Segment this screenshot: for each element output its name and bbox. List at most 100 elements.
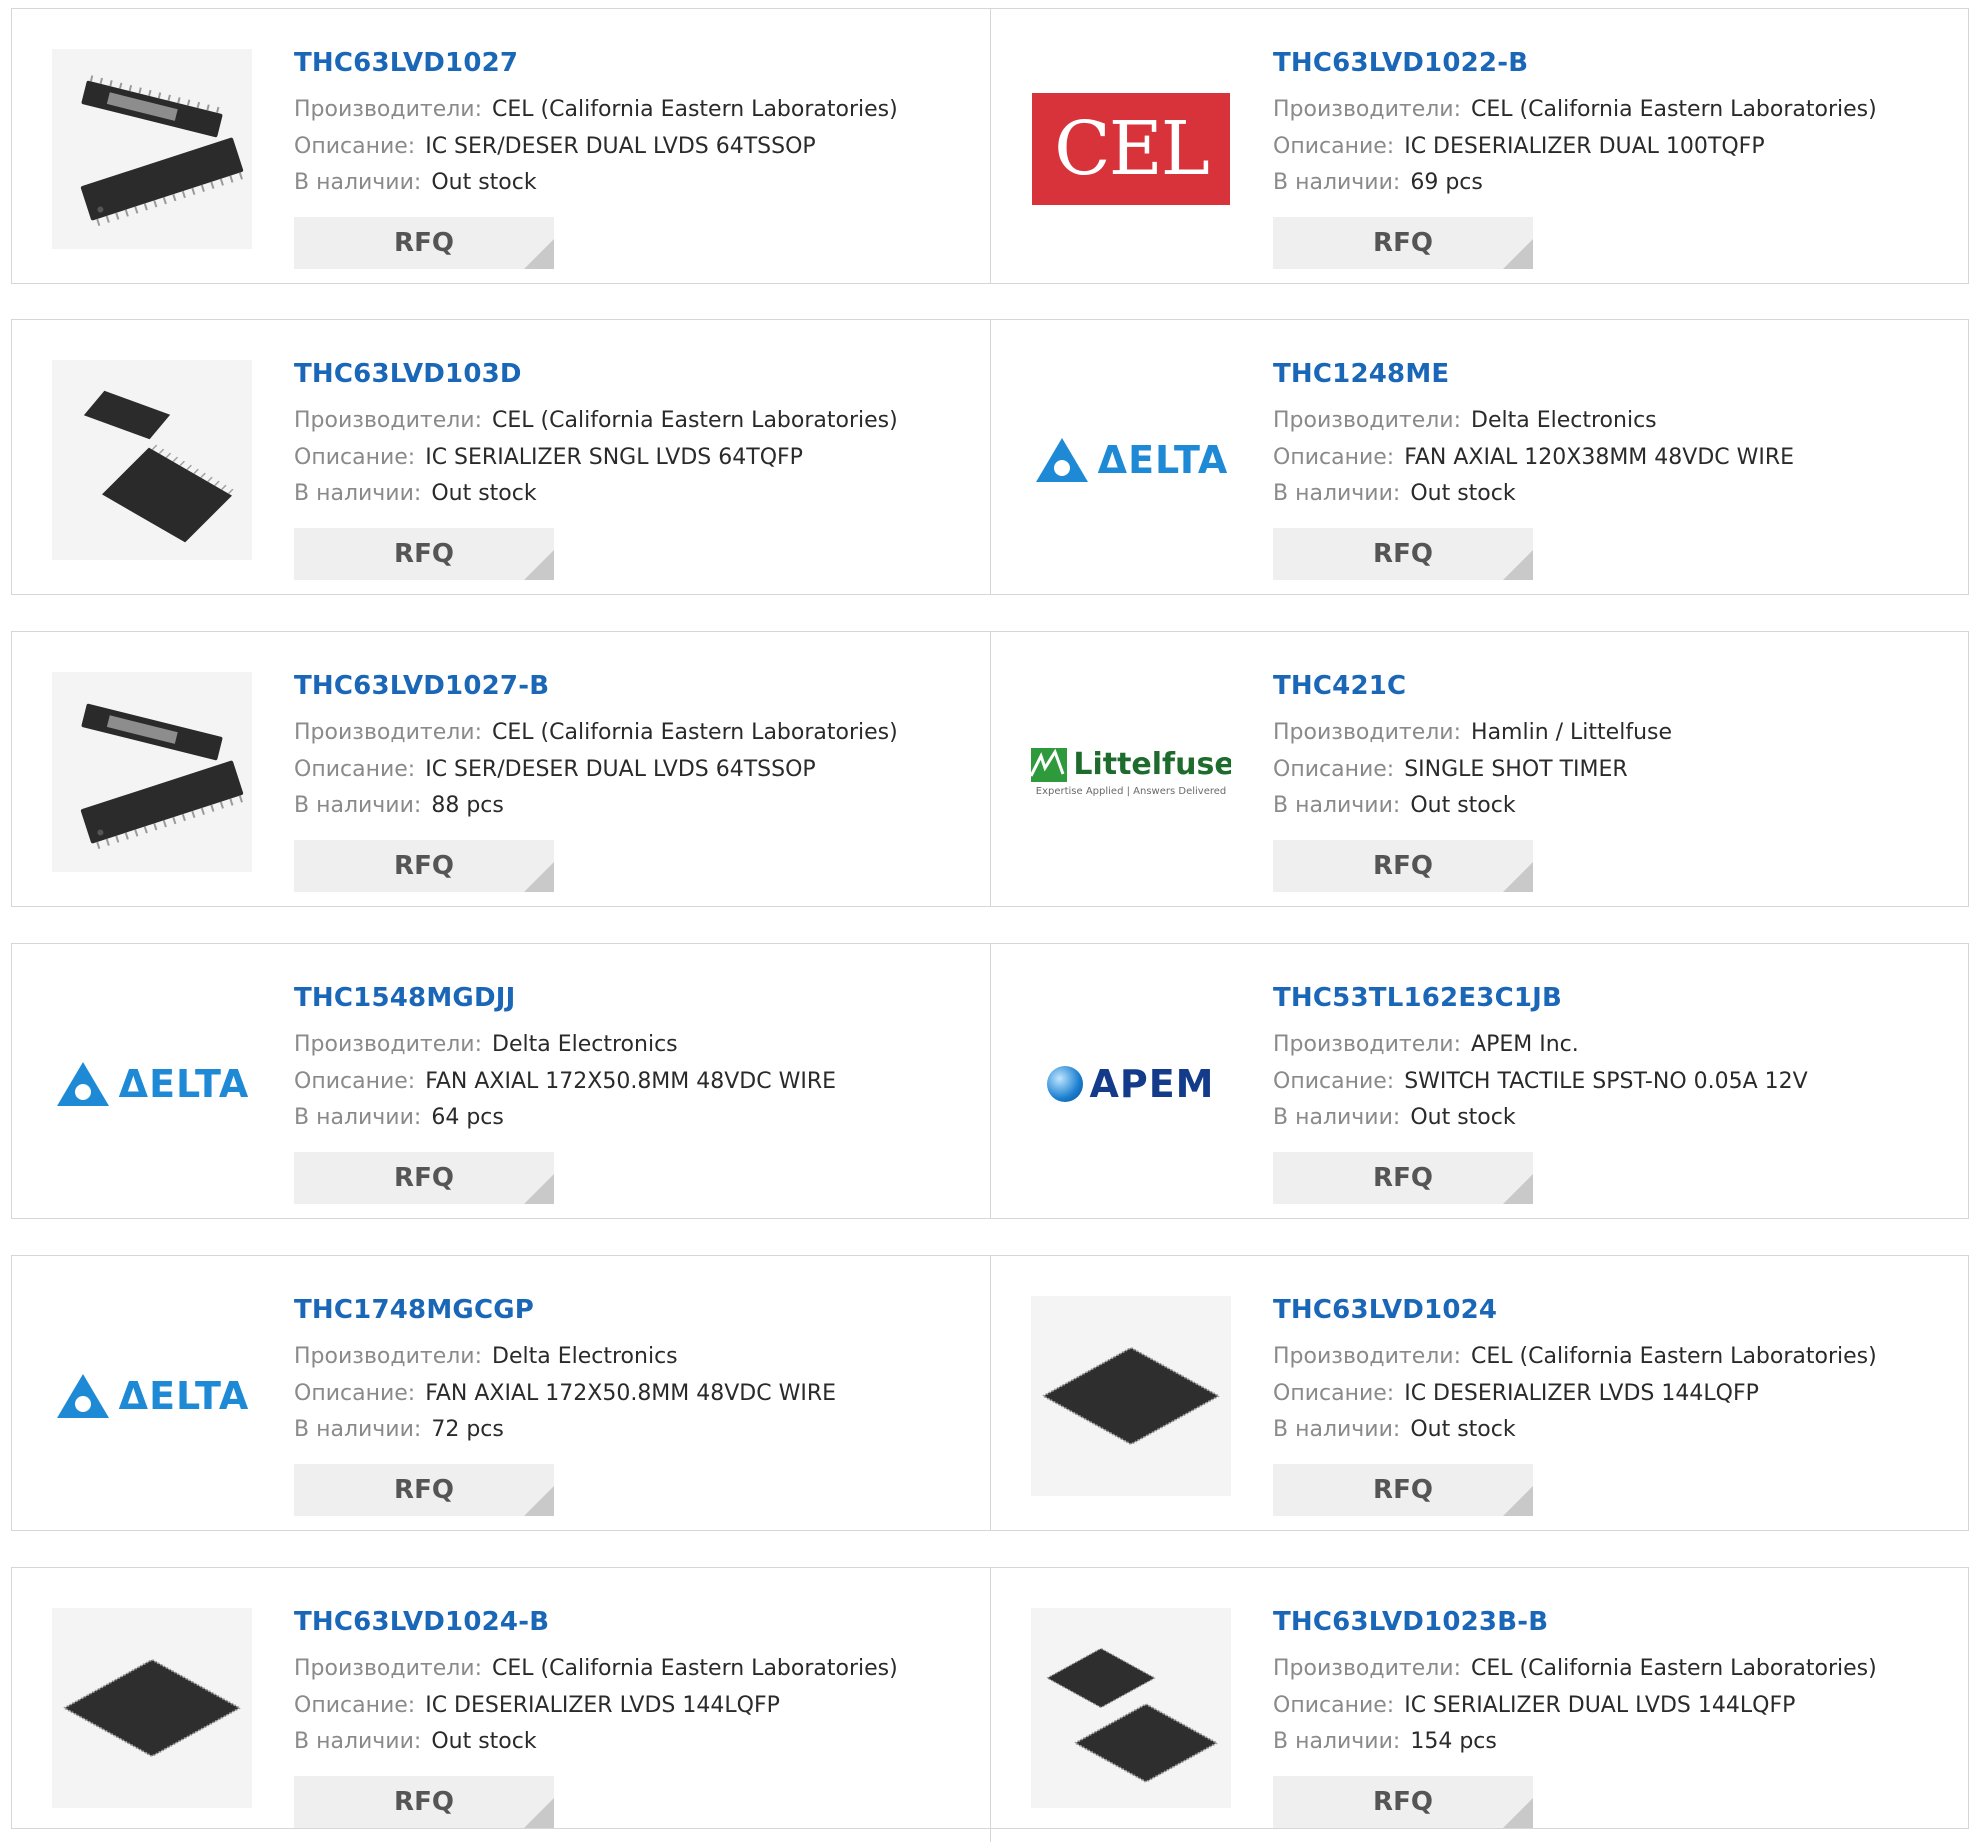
stock-value: Out stock	[431, 481, 537, 506]
product-row: ΔELTA THC1548MGDJJ Производители: Delta E…	[11, 943, 1969, 1219]
stock-label: В наличии:	[1273, 481, 1401, 506]
description-line: Описание: FAN AXIAL 172X50.8MM 48VDC WIRE	[294, 1381, 836, 1406]
description-label: Описание:	[1273, 1381, 1395, 1406]
stock-line: В наличии: 69 pcs	[1273, 170, 1483, 195]
corner-triangle-icon	[524, 1798, 554, 1828]
description-label: Описание:	[294, 445, 416, 470]
description-label: Описание:	[1273, 1069, 1395, 1094]
lqfp-pair-chip-image[interactable]	[1031, 1608, 1231, 1808]
description-label: Описание:	[1273, 757, 1395, 782]
lqfp-chip-image[interactable]	[52, 1608, 252, 1808]
stock-label: В наличии:	[1273, 793, 1401, 818]
rfq-button[interactable]: RFQ	[294, 840, 554, 892]
delta-logo-image[interactable]: ΔELTA	[52, 984, 252, 1184]
manufacturer-label: Производители:	[294, 1656, 483, 1681]
part-number-link[interactable]: THC63LVD1022-B	[1273, 48, 1528, 78]
delta-logo-image[interactable]: ΔELTA	[52, 1296, 252, 1496]
product-row: THC63LVD1024-B Производители: CEL (Califo…	[11, 1567, 1969, 1842]
tssop-chip-image[interactable]	[52, 672, 252, 872]
littelfuse-logo-image[interactable]: Littelfuse Expertise Applied | Answers D…	[1031, 672, 1231, 872]
stock-label: В наличии:	[294, 170, 422, 195]
manufacturer-line: Производители: Delta Electronics	[1273, 408, 1657, 433]
tqfp-chip-image[interactable]	[52, 360, 252, 560]
rfq-button[interactable]: RFQ	[1273, 1464, 1533, 1516]
corner-triangle-icon	[1503, 1798, 1533, 1828]
part-number-link[interactable]: THC63LVD1024	[1273, 1295, 1497, 1325]
rfq-button[interactable]: RFQ	[294, 528, 554, 580]
part-number-link[interactable]: THC63LVD1024-B	[294, 1607, 549, 1637]
manufacturer-label: Производители:	[1273, 1656, 1462, 1681]
description-line: Описание: IC DESERIALIZER LVDS 144LQFP	[294, 1693, 780, 1718]
delta-wordmark: ΔELTA	[1097, 438, 1229, 482]
delta-logo: ΔELTA	[1034, 436, 1229, 484]
description-line: Описание: IC SER/DESER DUAL LVDS 64TSSOP	[294, 134, 816, 159]
product-card: THC63LVD1024-B Производители: CEL (Califo…	[12, 1568, 990, 1842]
manufacturer-label: Производители:	[1273, 1032, 1462, 1057]
stock-value: Out stock	[1410, 481, 1516, 506]
part-number-link[interactable]: THC63LVD1027-B	[294, 671, 549, 701]
description-line: Описание: FAN AXIAL 172X50.8MM 48VDC WIRE	[294, 1069, 836, 1094]
rfq-button[interactable]: RFQ	[294, 1464, 554, 1516]
stock-line: В наличии: Out stock	[294, 1729, 537, 1754]
manufacturer-value: CEL (California Eastern Laboratories)	[492, 408, 898, 433]
manufacturer-label: Производители:	[294, 1344, 483, 1369]
stock-label: В наличии:	[1273, 1729, 1401, 1754]
rfq-label: RFQ	[394, 1787, 454, 1817]
cel-logo-image[interactable]: CEL	[1031, 49, 1231, 249]
stock-line: В наличии: Out stock	[1273, 1105, 1516, 1130]
product-card: ΔELTA THC1748MGCGP Производители: Delta E…	[12, 1256, 990, 1530]
manufacturer-line: Производители: CEL (California Eastern La…	[1273, 1344, 1877, 1369]
rfq-button[interactable]: RFQ	[1273, 217, 1533, 269]
apem-logo-image[interactable]: APEM	[1031, 984, 1231, 1184]
corner-triangle-icon	[524, 1174, 554, 1204]
stock-label: В наличии:	[294, 1729, 422, 1754]
rfq-button[interactable]: RFQ	[294, 1152, 554, 1204]
description-label: Описание:	[294, 1069, 416, 1094]
description-value: IC SER/DESER DUAL LVDS 64TSSOP	[425, 134, 816, 159]
part-number-link[interactable]: THC1548MGDJJ	[294, 983, 515, 1013]
rfq-button[interactable]: RFQ	[1273, 528, 1533, 580]
rfq-button[interactable]: RFQ	[1273, 1776, 1533, 1828]
part-number-link[interactable]: THC63LVD103D	[294, 359, 522, 389]
rfq-button[interactable]: RFQ	[1273, 1152, 1533, 1204]
description-line: Описание: IC SER/DESER DUAL LVDS 64TSSOP	[294, 757, 816, 782]
delta-triangle-icon	[56, 1374, 109, 1418]
description-value: IC SER/DESER DUAL LVDS 64TSSOP	[425, 757, 816, 782]
delta-wordmark: ΔELTA	[118, 1374, 250, 1418]
rfq-button[interactable]: RFQ	[294, 1776, 554, 1828]
part-number-link[interactable]: THC1248ME	[1273, 359, 1449, 389]
manufacturer-label: Производители:	[294, 408, 483, 433]
stock-label: В наличии:	[294, 1105, 422, 1130]
rfq-button[interactable]: RFQ	[1273, 840, 1533, 892]
product-row: THC63LVD103D Производители: CEL (Californ…	[11, 319, 1969, 595]
littelfuse-mark-icon	[1031, 747, 1068, 782]
part-number-link[interactable]: THC63LVD1027	[294, 48, 518, 78]
manufacturer-value: CEL (California Eastern Laboratories)	[1471, 97, 1877, 122]
rfq-label: RFQ	[1373, 1787, 1433, 1817]
rfq-label: RFQ	[1373, 228, 1433, 258]
manufacturer-line: Производители: CEL (California Eastern La…	[294, 97, 898, 122]
delta-logo-image[interactable]: ΔELTA	[1031, 360, 1231, 560]
manufacturer-line: Производители: CEL (California Eastern La…	[294, 720, 898, 745]
apem-globe-icon	[1047, 1066, 1084, 1102]
part-number-link[interactable]: THC53TL162E3C1JB	[1273, 983, 1562, 1013]
manufacturer-value: Delta Electronics	[492, 1344, 678, 1369]
part-number-link[interactable]: THC63LVD1023B-B	[1273, 1607, 1548, 1637]
rfq-label: RFQ	[394, 851, 454, 881]
stock-label: В наличии:	[294, 481, 422, 506]
stock-label: В наличии:	[294, 1417, 422, 1442]
corner-triangle-icon	[524, 1486, 554, 1516]
manufacturer-line: Производители: Delta Electronics	[294, 1032, 678, 1057]
part-number-link[interactable]: THC1748MGCGP	[294, 1295, 534, 1325]
stock-value: 64 pcs	[431, 1105, 504, 1130]
manufacturer-line: Производители: CEL (California Eastern La…	[1273, 97, 1877, 122]
tssop-chip-image[interactable]	[52, 49, 252, 249]
part-number-link[interactable]: THC421C	[1273, 671, 1406, 701]
description-line: Описание: IC DESERIALIZER LVDS 144LQFP	[1273, 1381, 1759, 1406]
rfq-button[interactable]: RFQ	[294, 217, 554, 269]
rfq-label: RFQ	[394, 228, 454, 258]
stock-line: В наличии: Out stock	[1273, 793, 1516, 818]
lqfp-chip-image[interactable]	[1031, 1296, 1231, 1496]
stock-line: В наличии: Out stock	[1273, 1417, 1516, 1442]
manufacturer-value: CEL (California Eastern Laboratories)	[492, 1656, 898, 1681]
